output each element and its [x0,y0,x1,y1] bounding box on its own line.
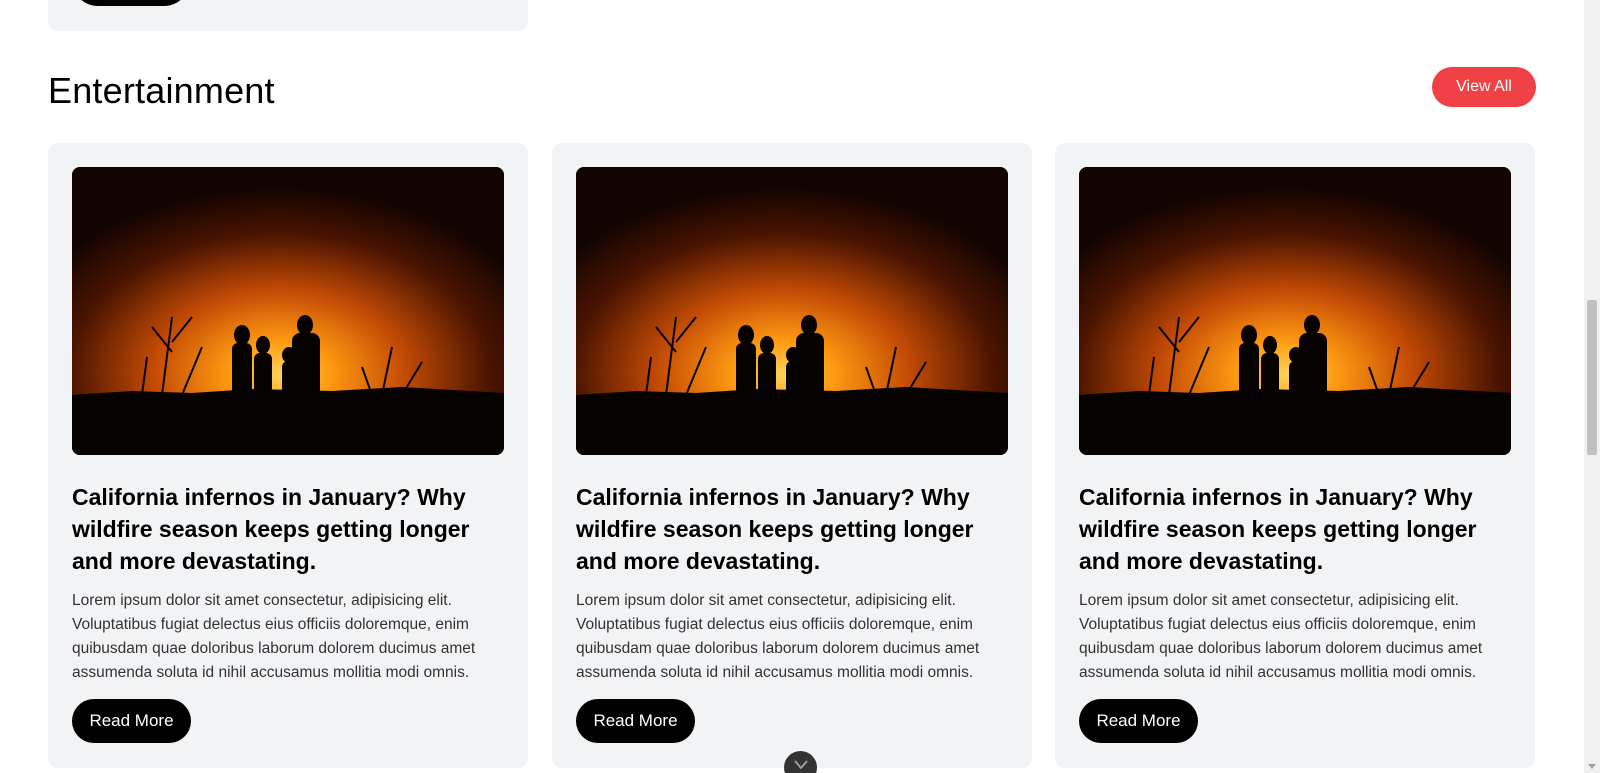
article-card: California infernos in January? Why wild… [1055,143,1535,768]
view-all-button[interactable]: View All [1432,67,1536,107]
article-image [1079,167,1511,455]
article-excerpt: Lorem ipsum dolor sit amet consectetur, … [72,592,476,681]
chevron-down-icon [793,760,808,770]
article-card: California infernos in January? Why wild… [552,143,1032,768]
section-title: Entertainment [48,70,275,111]
scrollbar-thumb[interactable] [1587,300,1597,455]
article-image [72,167,504,455]
article-excerpt: Lorem ipsum dolor sit amet consectetur, … [1079,592,1483,681]
read-more-button[interactable]: Read More [576,699,695,743]
article-cards: California infernos in January? Why wild… [48,143,1536,768]
section-header: Entertainment View All [48,64,1536,112]
page: Entertainment View All California infern… [0,0,1584,773]
article-title[interactable]: California infernos in January? Why wild… [1079,481,1511,577]
article-image [576,167,1008,455]
previous-read-more-button[interactable] [72,0,190,6]
read-more-button[interactable]: Read More [1079,699,1198,743]
scrollbar[interactable] [1584,0,1600,773]
previous-section-card [48,0,528,31]
article-title[interactable]: California infernos in January? Why wild… [576,481,1008,577]
article-title[interactable]: California infernos in January? Why wild… [72,481,504,577]
read-more-button[interactable]: Read More [72,699,191,743]
article-card: California infernos in January? Why wild… [48,143,528,768]
article-excerpt: Lorem ipsum dolor sit amet consectetur, … [576,592,980,681]
scrollbar-down-arrow-icon[interactable] [1588,764,1596,769]
